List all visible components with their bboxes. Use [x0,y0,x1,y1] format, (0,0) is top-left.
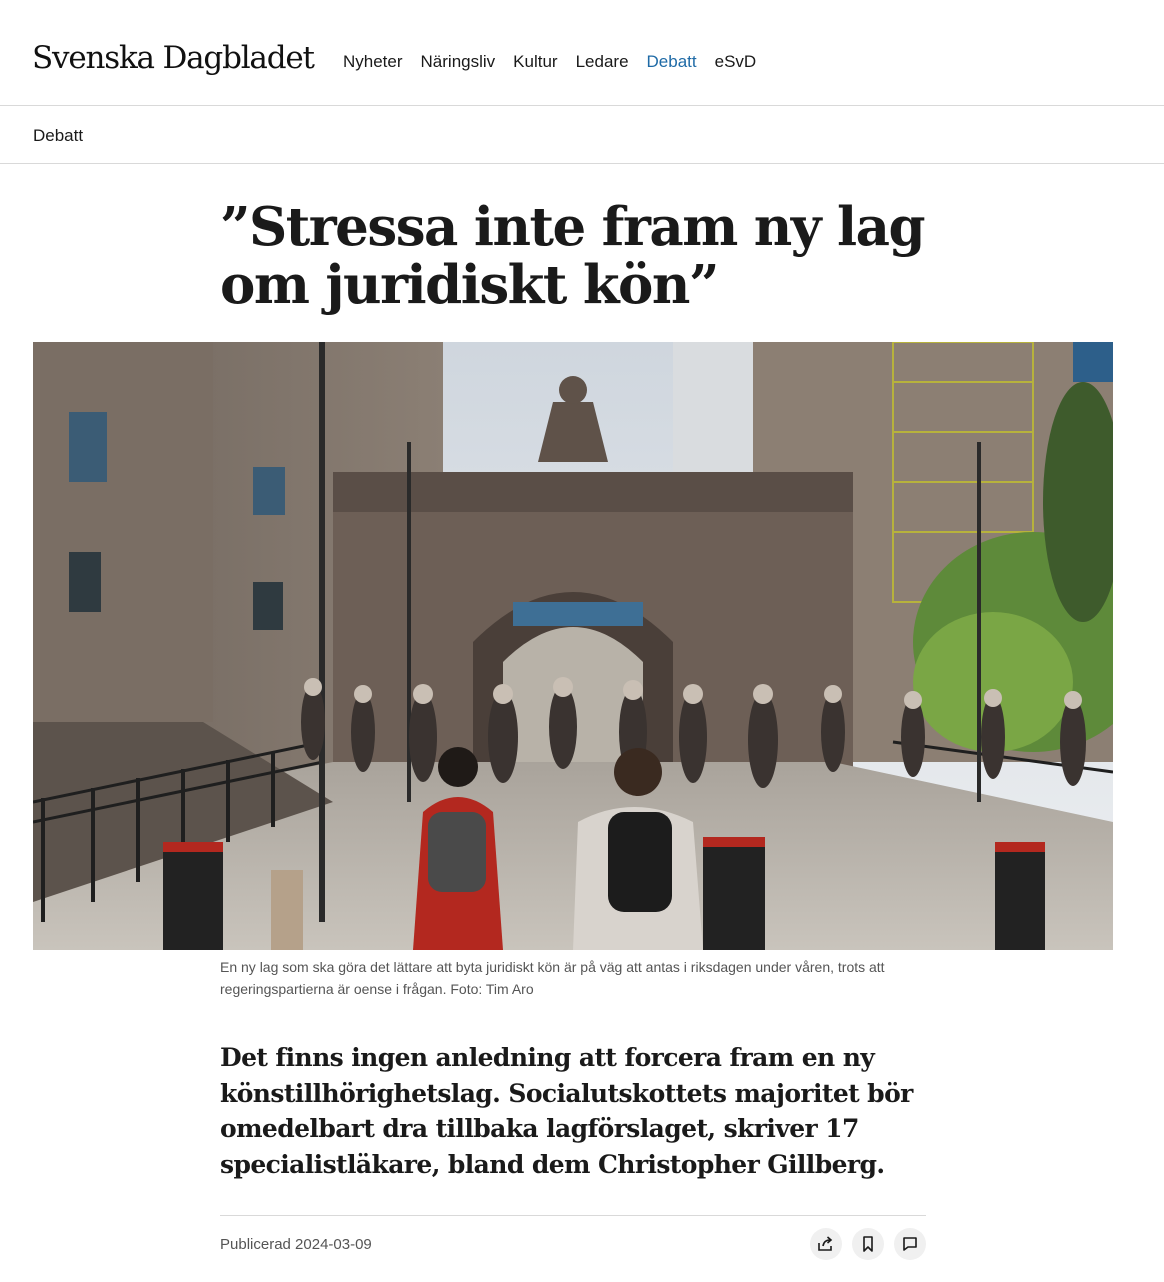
bookmark-icon [863,1236,873,1252]
site-logo[interactable]: Svenska Dagbladet [32,40,315,76]
nav-item-ledare[interactable]: Ledare [576,52,629,72]
nav-item-debatt[interactable]: Debatt [647,52,697,72]
published-date: Publicerad 2024-03-09 [220,1236,372,1253]
site-header: Svenska Dagbladet Nyheter Näringsliv Kul… [0,0,1164,106]
comment-button[interactable] [894,1228,926,1260]
bookmark-button[interactable] [852,1228,884,1260]
nav-item-kultur[interactable]: Kultur [513,52,557,72]
nav-item-esvd[interactable]: eSvD [715,52,757,72]
section-link[interactable]: Debatt [33,126,83,146]
nav-item-nyheter[interactable]: Nyheter [343,52,403,72]
image-caption: En ny lag som ska göra det lättare att b… [220,959,885,997]
nav-item-naringsliv[interactable]: Näringsliv [421,52,496,72]
share-button[interactable] [810,1228,842,1260]
section-bar: Debatt [0,106,1164,164]
article-actions [810,1228,926,1260]
article-headline: ”Stressa inte fram ny lag om juridiskt k… [220,196,926,316]
main-nav: Nyheter Näringsliv Kultur Ledare Debatt … [343,52,756,72]
share-icon [818,1236,833,1251]
article-hero-image [33,342,1113,950]
article-meta: Publicerad 2024-03-09 [220,1215,926,1271]
article-lead: Det finns ingen anledning att forcera fr… [220,1043,913,1179]
comment-icon [903,1237,917,1251]
